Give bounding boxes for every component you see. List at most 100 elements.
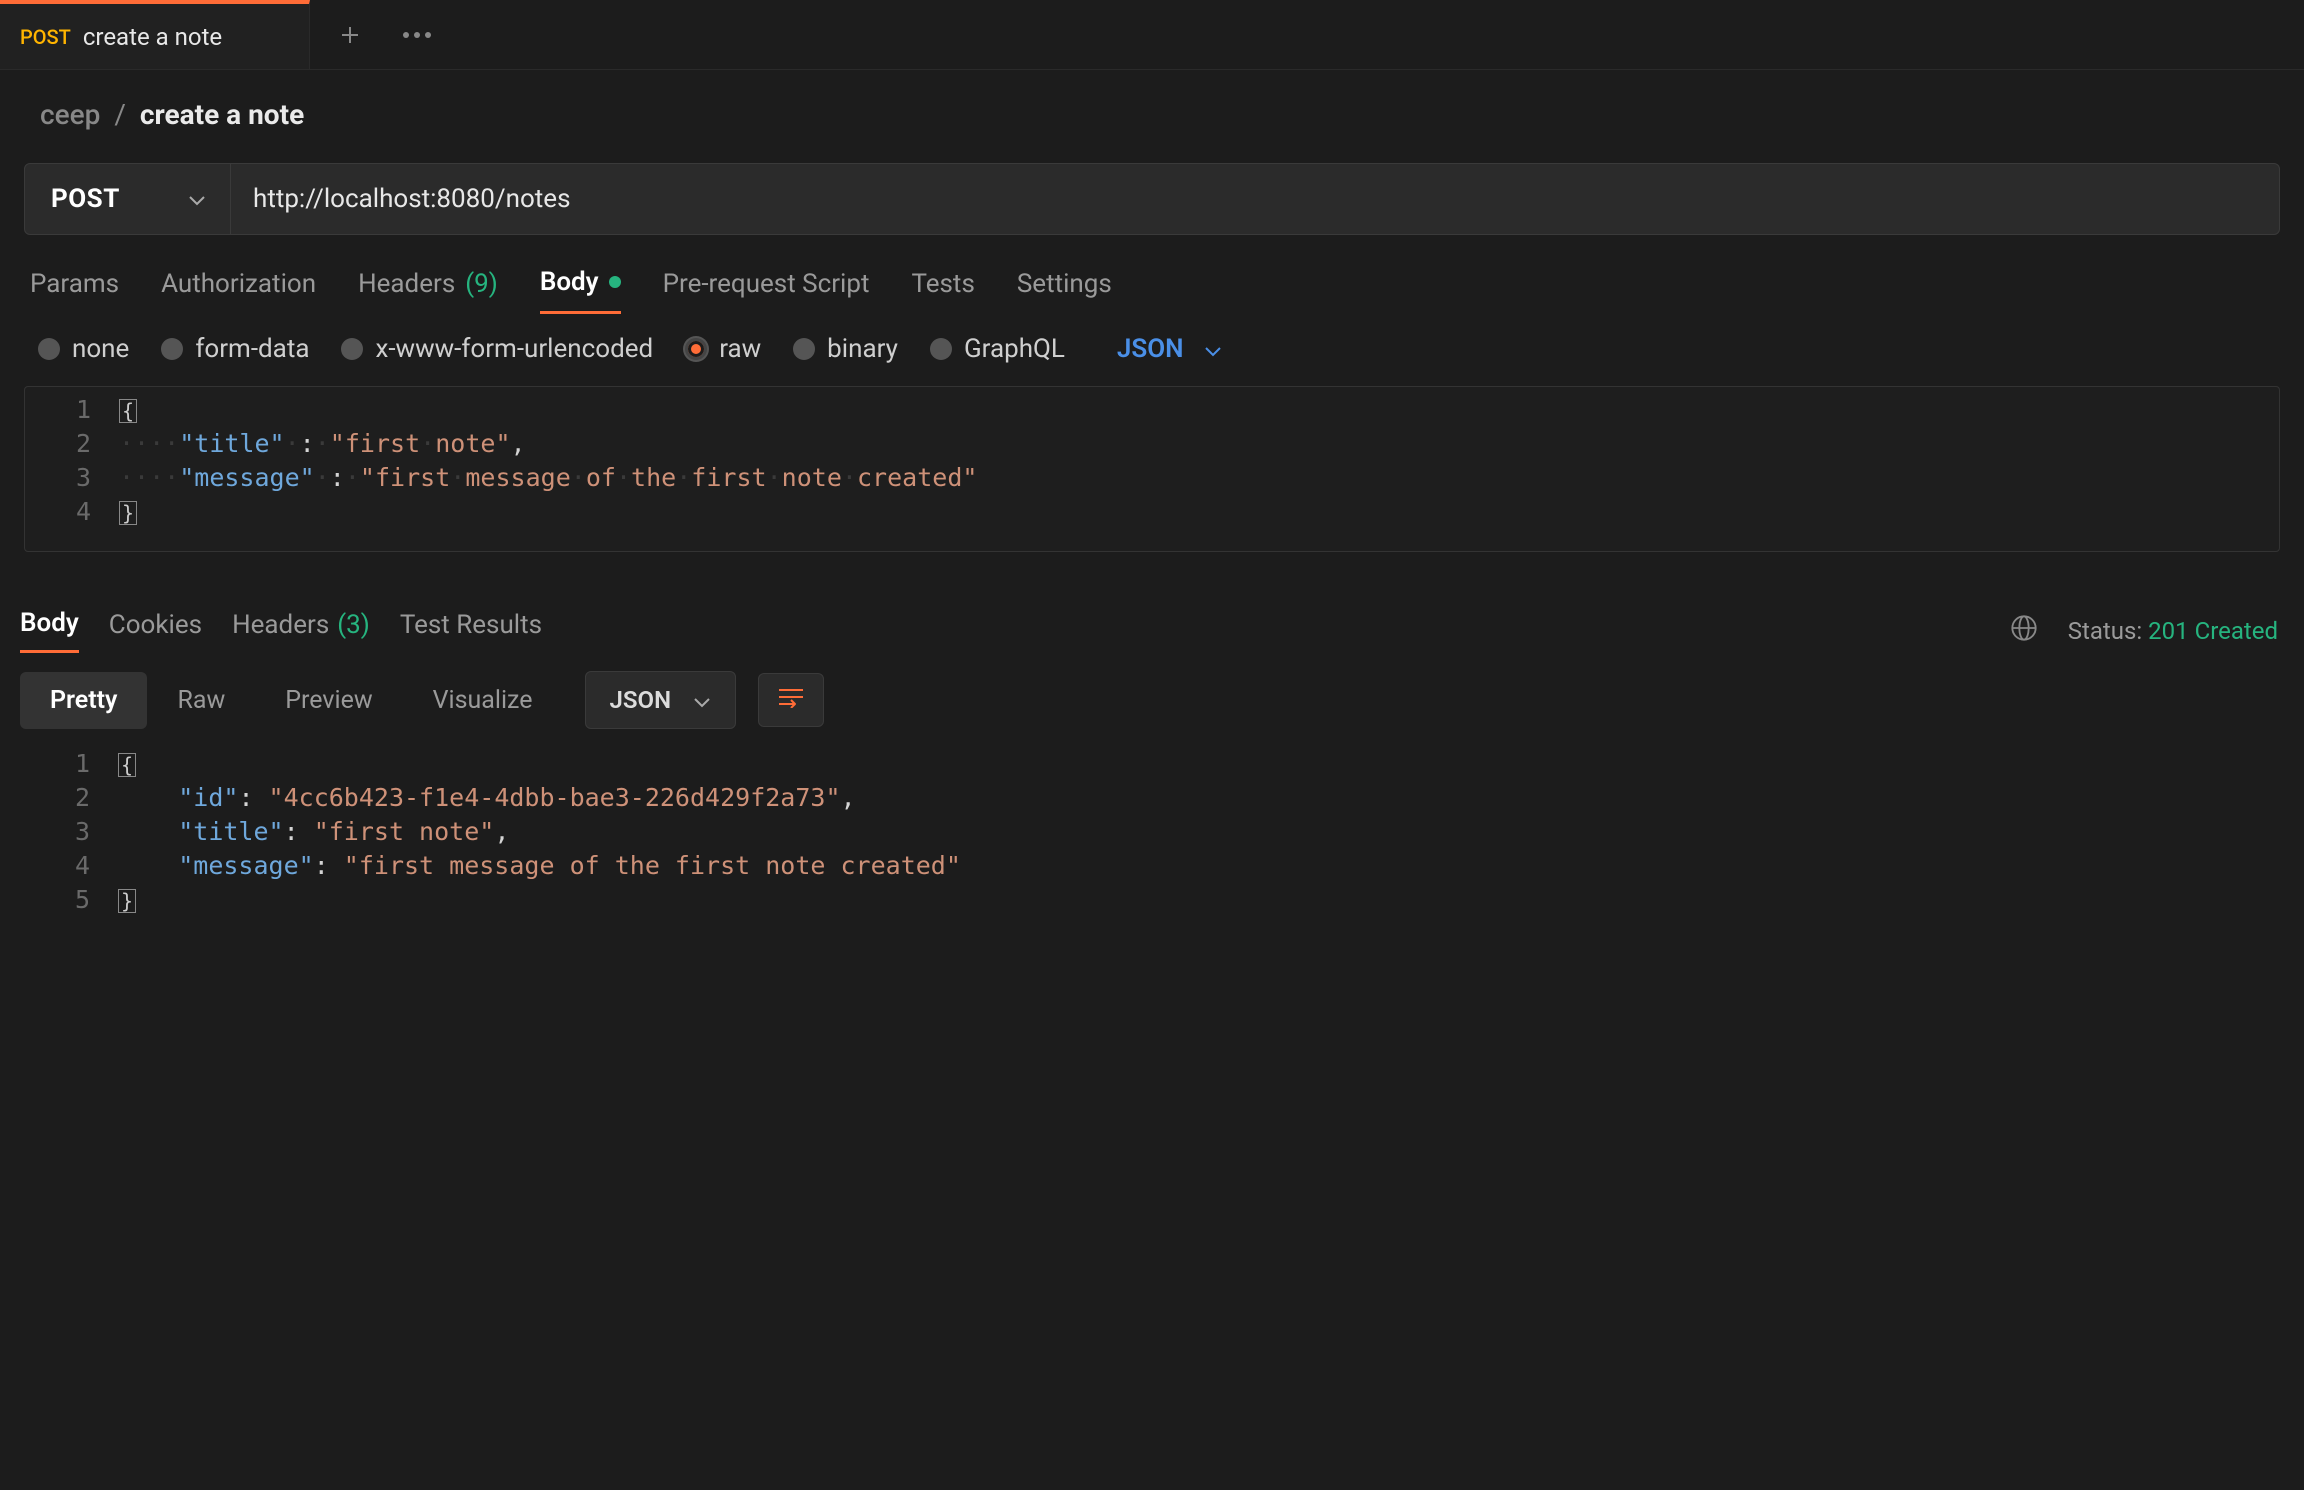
radio-label: GraphQL <box>964 334 1065 364</box>
request-tabs: Params Authorization Headers (9) Body Pre-re… <box>0 235 2304 314</box>
response-tab-body[interactable]: Body <box>20 608 79 653</box>
tab-label: Cookies <box>109 610 202 640</box>
body-type-row: none form-data x-www-form-urlencoded raw bin… <box>0 314 2304 378</box>
view-mode-preview[interactable]: Preview <box>255 672 402 729</box>
line-content: } <box>119 495 2279 529</box>
status-label: Status: <box>2068 617 2142 645</box>
status-value: 201 Created <box>2148 617 2278 645</box>
response-body-viewer[interactable]: 1{2 "id": "4cc6b423-f1e4-4dbb-bae3-226d4… <box>24 747 2280 917</box>
tab-label: Body <box>540 267 599 297</box>
tab-label: Tests <box>911 269 974 299</box>
tab-pre-request-script[interactable]: Pre-request Script <box>663 267 870 314</box>
tab-label: Headers <box>232 610 329 640</box>
radio-icon <box>38 338 60 360</box>
tab-label: Pre-request Script <box>663 269 870 299</box>
chevron-down-icon <box>693 686 711 714</box>
request-body-editor[interactable]: 1{2····"title"·:·"first·note",3····"mess… <box>24 386 2280 552</box>
code-line: 1{ <box>24 747 2280 781</box>
url-input[interactable]: http://localhost:8080/notes <box>231 164 2279 234</box>
line-number: 1 <box>25 393 119 427</box>
radio-label: x-www-form-urlencoded <box>375 334 653 364</box>
request-tab[interactable]: POST create a note <box>0 0 310 69</box>
line-content: { <box>118 747 2280 781</box>
tab-body[interactable]: Body <box>540 267 621 314</box>
response-tab-headers[interactable]: Headers (3) <box>232 608 370 653</box>
code-line: 1{ <box>25 393 2279 427</box>
line-number: 3 <box>24 815 118 849</box>
code-line: 4} <box>25 495 2279 529</box>
response-view-modes: PrettyRawPreviewVisualize JSON <box>0 653 2304 739</box>
unsaved-dot-icon <box>609 276 621 288</box>
radio-label: binary <box>827 334 898 364</box>
breadcrumb-separator: / <box>114 98 126 131</box>
tab-actions <box>310 0 432 69</box>
code-line: 3 "title": "first note", <box>24 815 2280 849</box>
globe-icon[interactable] <box>2010 614 2038 648</box>
radio-label: none <box>72 334 129 364</box>
tab-tests[interactable]: Tests <box>911 267 974 314</box>
tab-authorization[interactable]: Authorization <box>161 267 316 314</box>
line-number: 4 <box>25 495 119 529</box>
view-mode-pretty[interactable]: Pretty <box>20 672 147 729</box>
response-format-label: JSON <box>610 686 672 714</box>
line-number: 2 <box>25 427 119 461</box>
response-tab-cookies[interactable]: Cookies <box>109 608 202 653</box>
body-type-none[interactable]: none <box>38 334 129 364</box>
tab-headers[interactable]: Headers (9) <box>358 267 498 314</box>
response-tabs: Body Cookies Headers (3) Test Results <box>20 608 542 653</box>
response-format-selector[interactable]: JSON <box>585 671 737 729</box>
radio-icon <box>793 338 815 360</box>
body-type-raw[interactable]: raw <box>685 334 761 364</box>
line-number: 2 <box>24 781 118 815</box>
line-content: "id": "4cc6b423-f1e4-4dbb-bae3-226d429f2… <box>118 781 2280 815</box>
tab-count: (3) <box>337 610 370 640</box>
line-number: 5 <box>24 883 118 917</box>
tab-label: Settings <box>1017 269 1112 299</box>
view-mode-visualize[interactable]: Visualize <box>403 672 563 729</box>
body-type-binary[interactable]: binary <box>793 334 898 364</box>
tab-title: create a note <box>83 23 222 51</box>
radio-icon <box>161 338 183 360</box>
breadcrumb: ceep / create a note <box>0 70 2304 153</box>
tab-count: (9) <box>465 269 498 299</box>
line-content: "message": "first message of the first n… <box>118 849 2280 883</box>
tab-label: Authorization <box>161 269 316 299</box>
body-type-graphql[interactable]: GraphQL <box>930 334 1065 364</box>
line-number: 1 <box>24 747 118 781</box>
radio-icon <box>341 338 363 360</box>
tab-settings[interactable]: Settings <box>1017 267 1112 314</box>
tab-label: Params <box>30 269 119 299</box>
body-type-form-data[interactable]: form-data <box>161 334 309 364</box>
radio-icon <box>930 338 952 360</box>
breadcrumb-parent[interactable]: ceep <box>40 98 100 131</box>
code-line: 2 "id": "4cc6b423-f1e4-4dbb-bae3-226d429… <box>24 781 2280 815</box>
response-bar: Body Cookies Headers (3) Test Results Statu… <box>0 578 2304 653</box>
view-mode-raw[interactable]: Raw <box>147 672 255 729</box>
tab-method-label: POST <box>20 25 71 49</box>
tab-label: Test Results <box>400 610 542 640</box>
code-line: 5} <box>24 883 2280 917</box>
tabs-bar: POST create a note <box>0 0 2304 70</box>
tab-label: Headers <box>358 269 455 299</box>
line-number: 4 <box>24 849 118 883</box>
code-line: 2····"title"·:·"first·note", <box>25 427 2279 461</box>
tab-params[interactable]: Params <box>30 267 119 314</box>
body-format-selector[interactable]: JSON <box>1117 334 1222 364</box>
url-text: http://localhost:8080/notes <box>253 184 571 214</box>
wrap-lines-button[interactable] <box>758 673 824 727</box>
http-method-selector[interactable]: POST <box>25 164 231 234</box>
code-line: 4 "message": "first message of the first… <box>24 849 2280 883</box>
http-method-label: POST <box>51 184 120 214</box>
body-format-label: JSON <box>1117 334 1184 364</box>
chevron-down-icon <box>188 187 206 212</box>
response-tab-test-results[interactable]: Test Results <box>400 608 542 653</box>
more-actions-icon[interactable] <box>402 31 432 39</box>
radio-label: raw <box>719 334 761 364</box>
chevron-down-icon <box>1204 334 1222 364</box>
code-line: 3····"message"·:·"first·message·of·the·f… <box>25 461 2279 495</box>
line-content: } <box>118 883 2280 917</box>
url-bar: POST http://localhost:8080/notes <box>24 163 2280 235</box>
new-tab-icon[interactable] <box>338 23 362 47</box>
line-content: "title": "first note", <box>118 815 2280 849</box>
body-type-x-www-form-urlencoded[interactable]: x-www-form-urlencoded <box>341 334 653 364</box>
